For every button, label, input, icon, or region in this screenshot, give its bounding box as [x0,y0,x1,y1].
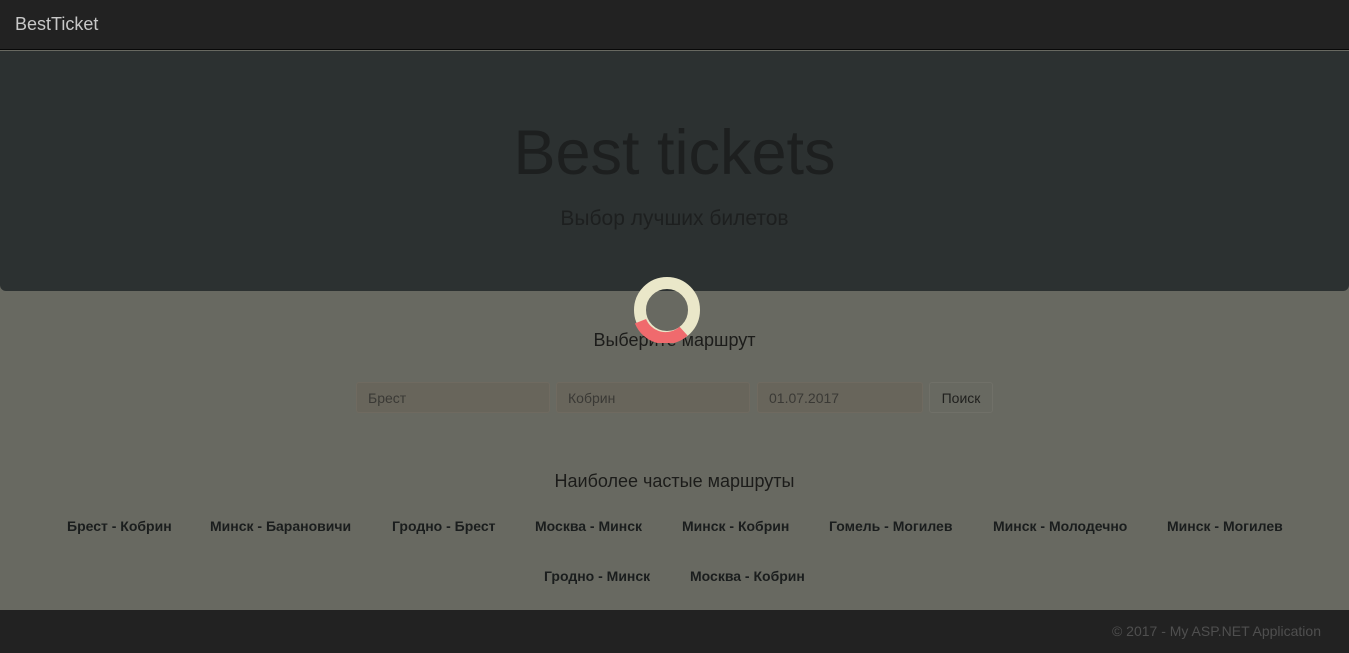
popular-route-link[interactable]: Минск - Могилев [1167,518,1283,534]
popular-route-link[interactable]: Брест - Кобрин [67,518,172,534]
hero-banner: Best tickets Выбор лучших билетов [0,51,1349,291]
hero-subtitle: Выбор лучших билетов [560,207,789,230]
popular-route-link[interactable]: Гродно - Минск [544,568,650,584]
to-city-input[interactable] [556,382,750,413]
hero-title: Best tickets [513,118,836,188]
from-city-input[interactable] [356,382,550,413]
popular-route-link[interactable]: Минск - Молодечно [993,518,1127,534]
brand-link[interactable]: BestTicket [15,14,98,34]
date-input[interactable] [757,382,923,413]
navbar: BestTicket [0,0,1349,50]
popular-route-link[interactable]: Гомель - Могилев [829,518,952,534]
popular-route-link[interactable]: Гродно - Брест [392,518,496,534]
footer: © 2017 - My ASP.NET Application [0,610,1349,653]
popular-route-link[interactable]: Москва - Минск [535,518,642,534]
footer-copyright: © 2017 - My ASP.NET Application [1111,623,1321,639]
popular-routes-title: Наиболее частые маршруты [554,471,795,491]
popular-route-link[interactable]: Минск - Барановичи [210,518,351,534]
popular-route-link[interactable]: Москва - Кобрин [690,568,805,584]
loading-spinner-icon [634,277,700,343]
search-button[interactable]: Поиск [929,382,993,413]
popular-route-link[interactable]: Минск - Кобрин [682,518,789,534]
